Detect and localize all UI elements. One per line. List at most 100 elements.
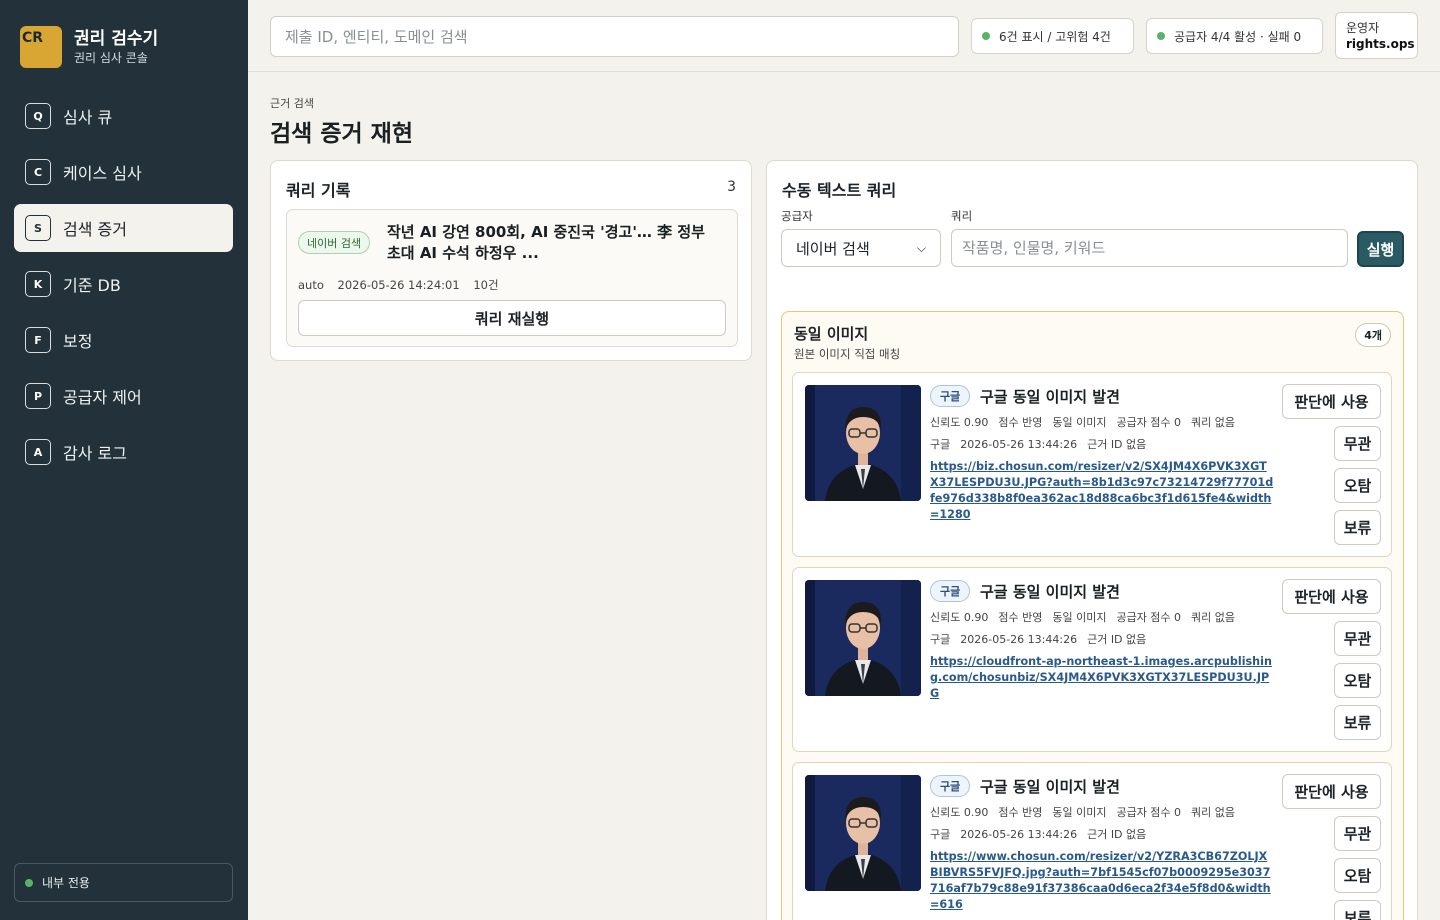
query-label: 쿼리 [951,209,973,223]
sidebar-nav: Q 심사 큐 C 케이스 심사 S 검색 증거 K 기준 DB F 보정 P 공… [14,92,233,484]
nav-key-icon: S [25,215,51,241]
group-title: 동일 이미지 [794,325,869,343]
sidebar: CR 권리 검수기 권리 심사 콘솔 Q 심사 큐 C 케이스 심사 S 검색 … [0,0,248,920]
false-positive-button[interactable]: 오탐 [1334,858,1381,893]
identical-image-group: 동일 이미지 원본 이미지 직접 매칭 4개 구글 구글 동일 이미지 발견 신… [781,311,1404,920]
topbar: 6건 표시 / 고위험 4건 공급자 4/4 활성 · 실패 0 운영자 rig… [248,0,1440,72]
evidence-id-status: 근거 ID 없음 [1087,438,1147,451]
sidebar-item-label: 보정 [63,332,93,351]
false-positive-button[interactable]: 오탐 [1334,468,1381,503]
sidebar-item-review-queue[interactable]: Q 심사 큐 [14,92,233,140]
brand-subtitle: 권리 심사 콘솔 [74,51,148,65]
evidence-id-status: 근거 ID 없음 [1087,828,1147,841]
query-status: 쿼리 없음 [1191,806,1236,819]
evidence-meta: 신뢰도 0.90 점수 반영 동일 이미지 공급자 점수 0 쿼리 없음 [930,414,1245,430]
status-count-text: 6건 표시 / 고위험 4건 [999,29,1111,44]
source-tag: 구글 [930,580,971,602]
evidence-card: 구글 구글 동일 이미지 발견 신뢰도 0.90 점수 반영 동일 이미지 공급자 점… [792,567,1392,752]
rerun-query-button[interactable]: 쿼리 재실행 [298,300,726,336]
evidence-time: 2026-05-26 13:44:26 [960,828,1078,841]
false-positive-button[interactable]: 오탐 [1334,663,1381,698]
irrelevant-button[interactable]: 무관 [1334,621,1381,656]
hold-button[interactable]: 보류 [1334,900,1381,920]
irrelevant-button[interactable]: 무관 [1334,816,1381,851]
source-tag: 구글 [930,775,971,797]
match-type: 동일 이미지 [1052,416,1107,429]
sidebar-item-case-review[interactable]: C 케이스 심사 [14,148,233,196]
chevron-down-icon: ⌵ [916,240,926,255]
nav-key-icon: F [25,327,51,353]
match-type: 동일 이미지 [1052,806,1107,819]
brand-logo: CR [20,26,62,68]
sidebar-item-label: 공급자 제어 [63,388,142,407]
source-name: 구글 [930,633,951,646]
internal-only-badge: 내부 전용 [14,863,233,902]
query-log-title: 쿼리 기록 [286,181,351,200]
query-log-count: 3 [727,179,736,195]
operator-label: 운영자 [1346,21,1380,35]
operator-badge[interactable]: 운영자 rights.ops [1335,12,1418,59]
hold-button[interactable]: 보류 [1334,705,1381,740]
evidence-card: 구글 구글 동일 이미지 발견 신뢰도 0.90 점수 반영 동일 이미지 공급자 점… [792,762,1392,920]
query-status: 쿼리 없음 [1191,416,1236,429]
group-count-badge: 4개 [1355,323,1391,347]
run-query-button[interactable]: 실행 [1357,231,1404,267]
evidence-meta: 신뢰도 0.90 점수 반영 동일 이미지 공급자 점수 0 쿼리 없음 [930,804,1245,820]
nav-key-icon: Q [25,103,51,129]
query-text: 작년 AI 강연 800회, AI 중진국 '경고'… 李 정부 초대 AI 수… [387,223,705,262]
query-input[interactable] [951,229,1348,267]
source-tag: 구글 [930,385,971,407]
query-status: 쿼리 없음 [1191,611,1236,624]
source-name: 구글 [930,828,951,841]
status-dot-icon [1157,32,1165,40]
evidence-url-link[interactable]: https://cloudfront-ap-northeast-1.images… [930,654,1274,702]
sidebar-item-audit-log[interactable]: A 감사 로그 [14,428,233,476]
provider-status-pill: 공급자 4/4 활성 · 실패 0 [1146,18,1323,54]
provider-status-text: 공급자 4/4 활성 · 실패 0 [1174,29,1302,44]
sidebar-item-search-evidence[interactable]: S 검색 증거 [14,204,233,252]
provider-score: 공급자 점수 0 [1116,416,1182,429]
confidence: 신뢰도 0.90 [930,416,989,429]
operator-name: rights.ops [1346,37,1415,51]
evidence-url-link[interactable]: https://www.chosun.com/resizer/v2/YZRA3C… [930,849,1274,913]
sidebar-item-calibration[interactable]: F 보정 [14,316,233,364]
nav-key-icon: P [25,383,51,409]
internal-only-label: 내부 전용 [42,876,90,890]
evidence-meta-secondary: 구글 2026-05-26 13:44:26 근거 ID 없음 [930,436,1156,452]
irrelevant-button[interactable]: 무관 [1334,426,1381,461]
evidence-thumbnail[interactable] [805,385,921,501]
use-in-judgment-button[interactable]: 판단에 사용 [1282,774,1381,809]
page-title: 검색 증거 재현 [270,121,413,147]
nav-key-icon: A [25,439,51,465]
evidence-meta-secondary: 구글 2026-05-26 13:44:26 근거 ID 없음 [930,826,1156,842]
group-subtitle: 원본 이미지 직접 매칭 [794,347,901,361]
evidence-time: 2026-05-26 13:44:26 [960,633,1078,646]
provider-select[interactable]: 네이버 검색 ⌵ [781,229,941,267]
hold-button[interactable]: 보류 [1334,510,1381,545]
manual-query-panel: 수동 텍스트 쿼리 공급자 쿼리 네이버 검색 ⌵ 실행 동일 이미지 원본 이… [766,160,1418,920]
query-log-panel: 쿼리 기록 3 네이버 검색 작년 AI 강연 800회, AI 중진국 '경고… [270,160,752,361]
provider-score: 공급자 점수 0 [1116,611,1182,624]
sidebar-item-label: 감사 로그 [63,444,127,463]
evidence-title: 구글 동일 이미지 발견 [980,778,1120,796]
source-name: 구글 [930,438,951,451]
query-time: 2026-05-26 14:24:01 [337,278,460,292]
brand-title: 권리 검수기 [74,29,159,49]
evidence-thumbnail[interactable] [805,580,921,696]
evidence-time: 2026-05-26 13:44:26 [960,438,1078,451]
evidence-title: 구글 동일 이미지 발견 [980,388,1120,406]
evidence-url-link[interactable]: https://biz.chosun.com/resizer/v2/SX4JM4… [930,459,1274,523]
evidence-id-status: 근거 ID 없음 [1087,633,1147,646]
provider-label: 공급자 [781,209,813,223]
nav-key-icon: K [25,271,51,297]
sidebar-item-label: 케이스 심사 [63,164,142,183]
search-input[interactable] [270,16,959,57]
sidebar-item-provider-control[interactable]: P 공급자 제어 [14,372,233,420]
query-meta: auto 2026-05-26 14:24:01 10건 [298,277,509,293]
sidebar-item-reference-db[interactable]: K 기준 DB [14,260,233,308]
use-in-judgment-button[interactable]: 판단에 사용 [1282,579,1381,614]
evidence-title: 구글 동일 이미지 발견 [980,583,1120,601]
evidence-thumbnail[interactable] [805,775,921,891]
use-in-judgment-button[interactable]: 판단에 사용 [1282,384,1381,419]
evidence-meta-secondary: 구글 2026-05-26 13:44:26 근거 ID 없음 [930,631,1156,647]
